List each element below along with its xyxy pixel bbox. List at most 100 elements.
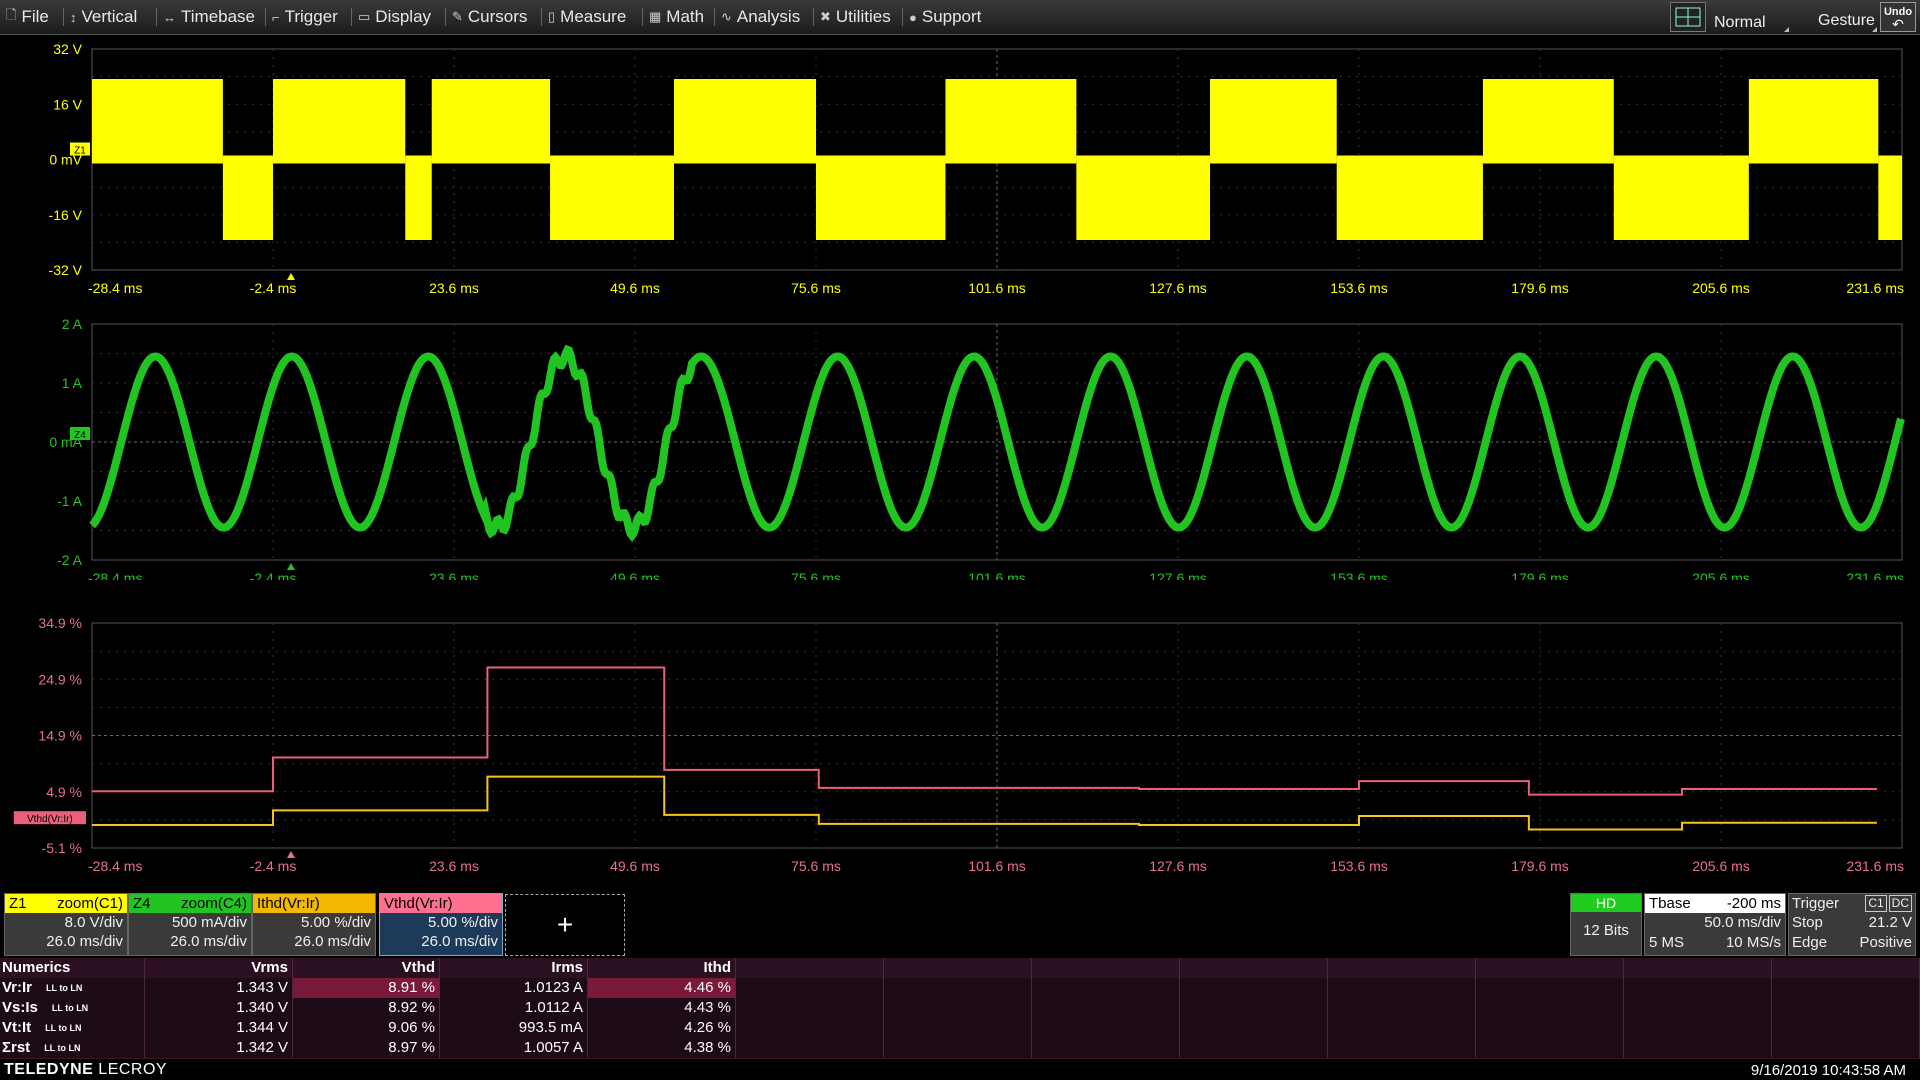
utilities-icon: ✖	[820, 9, 831, 24]
numerics-row[interactable]: Vs:Is LL to LN 1.340 V 8.92 % 1.0112 A 4.43 %	[0, 998, 1920, 1019]
add-trace-button[interactable]: +	[505, 894, 625, 956]
numerics-cell: Vr:Ir LL to LN	[0, 978, 145, 998]
trigger-position-icon[interactable]	[287, 851, 295, 858]
numerics-empty-cell	[736, 958, 884, 978]
numerics-cell: 1.343 V	[145, 978, 293, 998]
x-tick-label: 179.6 ms	[1511, 858, 1569, 874]
x-tick-label: -28.4 ms	[88, 280, 142, 296]
trace-marker-label: Vthd(Vr:Ir)	[27, 814, 73, 825]
trigger-box[interactable]: Trigger C1 DC Stop 21.2 V Edge Positive	[1788, 893, 1916, 956]
channel-vdiv: 5.00 %/div	[300, 914, 371, 931]
numerics-cell: 993.5 mA	[440, 1018, 588, 1038]
x-tick-label: -2.4 ms	[250, 280, 297, 296]
numerics-cell: 1.0057 A	[440, 1038, 588, 1058]
numerics-cell: 4.38 %	[588, 1038, 736, 1058]
tbase-samples: 5 MS	[1649, 934, 1685, 951]
numerics-cell: 8.92 %	[293, 998, 440, 1018]
menu-analysis[interactable]: ∿ Analysis	[721, 7, 800, 27]
menu-label: Utilities	[835, 7, 891, 26]
trigger-type: Edge	[1792, 934, 1828, 951]
menu-vertical[interactable]: ↕ Vertical	[70, 7, 137, 27]
channel-descriptor-4[interactable]: Vthd(Vr:Ir) 5.00 %/div 26.0 ms/div	[379, 893, 503, 956]
row-mode: LL to LN	[51, 1003, 89, 1013]
footer: TELEDYNE LECROY 9/16/2019 10:43:58 AM	[0, 1060, 1920, 1080]
channel-tdiv: 26.0 ms/div	[46, 933, 123, 950]
brand-name-2: LECROY	[93, 1061, 168, 1078]
y-tick-label: -5.1 %	[42, 840, 82, 856]
trigger-position-icon[interactable]	[287, 563, 295, 570]
menu-separator	[541, 8, 542, 26]
x-tick-label: 153.6 ms	[1330, 280, 1388, 296]
gesture-button[interactable]: Gesture	[1818, 12, 1875, 30]
numerics-empty-cell	[884, 978, 1032, 998]
numerics-empty-cell	[1624, 978, 1772, 998]
channel-descriptor-2[interactable]: Z4 zoom(C4) 500 mA/div 26.0 ms/div	[128, 893, 252, 956]
menu-separator	[445, 8, 446, 26]
menu-utilities[interactable]: ✖ Utilities	[820, 7, 891, 27]
menu-trigger[interactable]: ⌐ Trigger	[272, 7, 338, 27]
numerics-row[interactable]: Σrst LL to LN 1.342 V 8.97 % 1.0057 A 4.38 %	[0, 1038, 1920, 1059]
menu-separator	[714, 8, 715, 26]
y-tick-label: -1 A	[57, 493, 83, 509]
menu-timebase[interactable]: ↔ Timebase	[163, 7, 255, 27]
numerics-empty-cell	[1772, 1018, 1920, 1038]
acquisition-box[interactable]: HD 12 Bits	[1570, 893, 1642, 956]
channel-source: Vthd(Vr:Ir)	[384, 895, 453, 912]
tbase-rate: 10 MS/s	[1725, 934, 1781, 951]
grid-layout-button[interactable]	[1670, 2, 1706, 32]
numerics-empty-cell	[1032, 998, 1180, 1018]
thd-grid[interactable]: 34.9 % 24.9 % 14.9 % 4.9 % -5.1 % -28.4 ms -2.…	[0, 598, 1920, 878]
menu-label: Vertical	[81, 7, 138, 26]
undo-button[interactable]: Undo ↶	[1880, 2, 1916, 32]
channel-vdiv: 5.00 %/div	[427, 914, 498, 931]
channel-descriptor-3[interactable]: Ithd(Vr:Ir) 5.00 %/div 26.0 ms/div	[252, 893, 376, 956]
numerics-empty-cell	[1328, 1038, 1476, 1058]
trigger-position-icon[interactable]	[287, 273, 295, 280]
y-tick-label: -32 V	[49, 262, 83, 278]
numerics-cell: 1.0123 A	[440, 978, 588, 998]
trigger-mode-label[interactable]: Normal	[1714, 14, 1766, 32]
menu-support[interactable]: ● Support	[909, 7, 981, 27]
numerics-cell: 1.0112 A	[440, 998, 588, 1018]
numerics-empty-cell	[884, 1018, 1032, 1038]
timebase-box[interactable]: Tbase -200 ms 50.0 ms/div 5 MS 10 MS/s	[1644, 893, 1786, 956]
numerics-cell: Numerics	[0, 958, 145, 978]
x-tick-label: 153.6 ms	[1330, 858, 1388, 874]
numerics-empty-cell	[1032, 958, 1180, 978]
trace-marker[interactable]: Z1	[70, 142, 90, 157]
menu-file[interactable]: 🗋 File	[6, 7, 49, 27]
menu-math[interactable]: ▦ Math	[649, 7, 704, 27]
x-tick-label: 231.6 ms	[1846, 280, 1904, 296]
numerics-empty-cell	[1476, 998, 1624, 1018]
channel-descriptor-1[interactable]: Z1 zoom(C1) 8.0 V/div 26.0 ms/div	[4, 893, 128, 956]
trace-marker-label: Z1	[74, 146, 86, 157]
menu-cursors[interactable]: ✎ Cursors	[452, 7, 527, 27]
trigger-coupling: DC	[1888, 895, 1912, 912]
menu-display[interactable]: ▭ Display	[358, 7, 431, 27]
x-tick-label: 127.6 ms	[1149, 570, 1207, 580]
channel-header: Z1 zoom(C1)	[5, 894, 127, 913]
channel-vdiv: 8.0 V/div	[64, 914, 123, 931]
menu-label: Display	[375, 7, 432, 26]
trigger-slope: Positive	[1859, 934, 1912, 951]
y-tick-label: 24.9 %	[38, 671, 82, 687]
channel-header: Ithd(Vr:Ir)	[253, 894, 375, 913]
numerics-empty-cell	[1624, 958, 1772, 978]
numerics-empty-cell	[1180, 978, 1328, 998]
menu-measure[interactable]: ▯ Measure	[548, 7, 626, 27]
x-tick-label: -28.4 ms	[88, 570, 142, 580]
z4-current-grid[interactable]: 2 A1 A0 mA-1 A-2 A-28.4 ms -2.4 ms 23.6 ms…	[0, 310, 1920, 580]
vertical-icon: ↕	[70, 9, 77, 25]
x-tick-label: 75.6 ms	[791, 280, 841, 296]
channel-id: Z4	[133, 895, 151, 912]
numerics-row[interactable]: Vt:It LL to LN 1.344 V 9.06 % 993.5 mA 4.26 %	[0, 1018, 1920, 1039]
trace-marker[interactable]: Vthd(Vr:Ir)	[13, 811, 86, 825]
trace-marker[interactable]: Z4	[70, 427, 90, 441]
x-tick-label: 49.6 ms	[610, 280, 660, 296]
numerics-empty-cell	[1772, 1038, 1920, 1058]
numerics-empty-cell	[1180, 958, 1328, 978]
numerics-row[interactable]: Vr:Ir LL to LN 1.343 V 8.91 % 1.0123 A 4.46 %	[0, 978, 1920, 999]
numerics-empty-cell	[736, 1038, 884, 1058]
x-tick-label: -2.4 ms	[250, 570, 297, 580]
z1-voltage-grid[interactable]: 32 V16 V0 mV-16 V-32 V-28.4 ms -2.4 ms 23.…	[0, 34, 1920, 304]
